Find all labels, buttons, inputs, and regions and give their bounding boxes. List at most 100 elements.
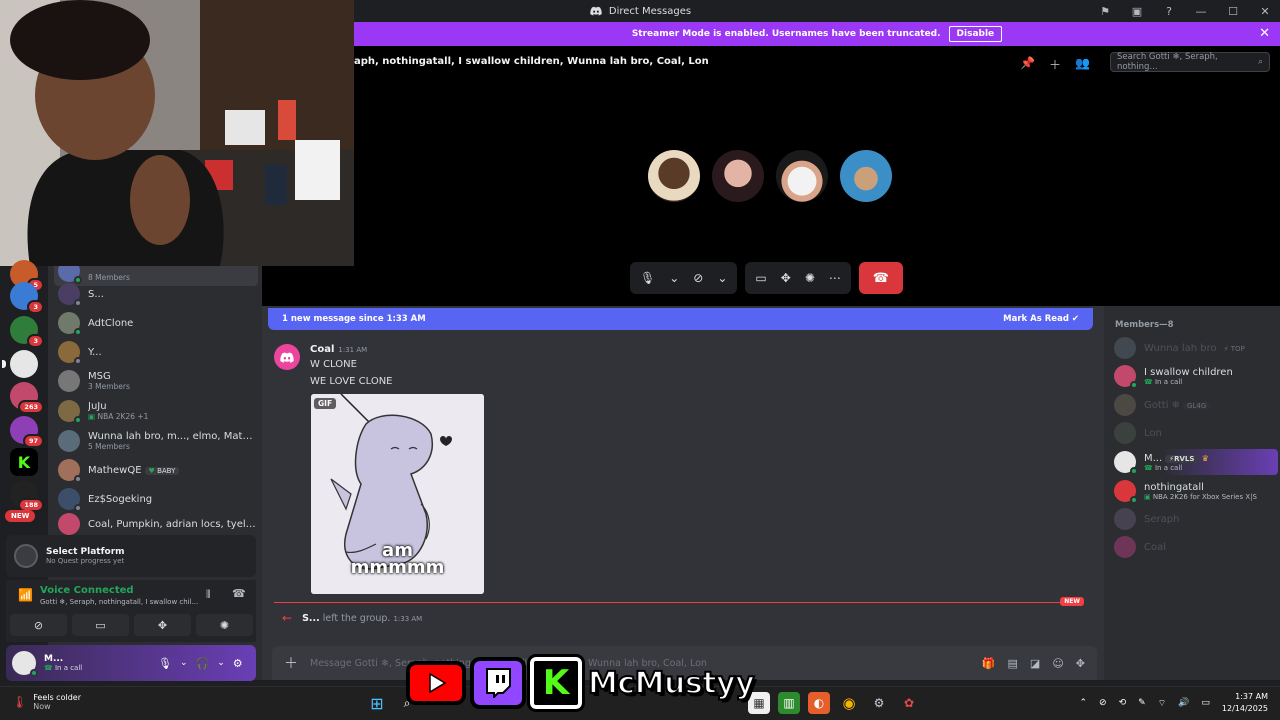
camera-off-icon[interactable]: ⊘ (693, 271, 703, 285)
new-servers-badge[interactable]: NEW (5, 510, 36, 522)
soundboard-button[interactable]: ✺ (196, 614, 253, 636)
server-icon[interactable]: 263 (10, 382, 44, 414)
emoji-icon[interactable]: ☺ (1052, 657, 1063, 670)
chevron-down-icon[interactable]: ⌄ (180, 658, 188, 668)
status-indicator (74, 357, 82, 365)
status-indicator (1130, 467, 1138, 475)
chevron-up-icon[interactable]: ⌃ (1080, 698, 1088, 708)
avatar[interactable] (274, 344, 300, 370)
clock[interactable]: 1:37 AM 12/14/2025 (1222, 691, 1268, 715)
battery-icon[interactable]: ▭ (1201, 698, 1210, 708)
activities-icon[interactable]: ✥ (781, 271, 791, 285)
avatar (1114, 508, 1136, 530)
app-icon[interactable]: ✿ (898, 692, 920, 714)
member-tag-text: TOP (1230, 344, 1245, 353)
inbox-icon[interactable]: ▣ (1130, 4, 1144, 18)
close-banner-icon[interactable]: ✕ (1259, 26, 1270, 41)
tray-app-icon[interactable]: ⊘ (1099, 698, 1107, 708)
dm-item[interactable]: Y... (54, 337, 258, 367)
member-item[interactable]: Wunna lah bro ⚡ TOP (1112, 335, 1278, 361)
app-icon[interactable]: ◐ (808, 692, 830, 714)
help-icon[interactable]: ? (1162, 4, 1176, 18)
member-item[interactable]: Seraph (1112, 506, 1278, 532)
screen-share-icon[interactable]: ▭ (755, 271, 766, 285)
soundboard-icon[interactable]: ✺ (805, 271, 815, 285)
dm-name: Y... (88, 346, 102, 358)
participant-avatar[interactable] (712, 150, 764, 202)
microphone-icon[interactable]: 🎙 (640, 271, 655, 285)
system-message-user[interactable]: S... (302, 613, 320, 624)
dm-item[interactable]: JuJu ▣ NBA 2K26 +1 (54, 396, 258, 426)
member-item[interactable]: Gotti ❄ GL4G (1112, 392, 1278, 418)
avatar[interactable] (12, 651, 38, 677)
server-icon[interactable]: 3 (10, 282, 44, 314)
tray-app-icon[interactable]: ⟲ (1119, 698, 1127, 708)
call-icon: ☎ (1144, 463, 1153, 472)
disconnect-icon[interactable]: ☎ (232, 587, 246, 600)
gif-picker-icon[interactable]: ▤ (1008, 657, 1018, 670)
server-icon[interactable]: 3 (10, 316, 44, 348)
dm-item[interactable]: MathewQE ♥ BABY (54, 455, 258, 485)
flag-icon[interactable]: ⚑ (1098, 4, 1112, 18)
gift-icon[interactable]: 🎁 (982, 657, 996, 670)
sticker-icon[interactable]: ◪ (1030, 657, 1040, 670)
start-menu-icon[interactable]: ⊞ (366, 692, 388, 714)
activities-button[interactable]: ✥ (134, 614, 191, 636)
maximize-icon[interactable]: ☐ (1226, 4, 1240, 18)
chevron-down-icon[interactable]: ⌄ (669, 271, 679, 285)
member-item[interactable]: Lon (1112, 420, 1278, 446)
disconnect-call-button[interactable]: ☎ (858, 262, 903, 294)
server-icon[interactable]: 97 (10, 416, 44, 448)
screen-share-button[interactable]: ▭ (72, 614, 129, 636)
participant-avatar[interactable] (840, 150, 892, 202)
pin-icon[interactable]: 📌 (1020, 56, 1035, 73)
dm-item[interactable]: Wunna lah bro, m..., elmo, Mathe... 5 Mem… (54, 426, 258, 456)
minimize-icon[interactable]: — (1194, 4, 1208, 18)
kick-server-icon[interactable]: K (10, 448, 38, 476)
pen-icon[interactable]: ✎ (1138, 698, 1146, 708)
member-item[interactable]: nothingatall ▣ NBA 2K26 for Xbox Series X… (1112, 478, 1278, 504)
chevron-down-icon[interactable]: ⌄ (217, 658, 225, 668)
gif-attachment[interactable]: GIF am mmmmm (311, 394, 484, 594)
chevron-down-icon[interactable]: ⌄ (717, 271, 727, 285)
app-icon[interactable]: ▥ (778, 692, 800, 714)
volume-icon[interactable]: 🔊 (1178, 698, 1189, 708)
close-window-icon[interactable]: ✕ (1258, 4, 1272, 18)
dm-item[interactable]: MSG 3 Members (54, 366, 258, 396)
attach-plus-icon[interactable]: ＋ (284, 653, 298, 673)
search-input[interactable]: Search Gotti ❄, Seraph, nothing... ⌕ (1110, 52, 1270, 72)
game-controller-icon: ▣ (88, 412, 96, 421)
mark-as-read-button[interactable]: Mark As Read ✔ (1003, 314, 1079, 324)
more-options-icon[interactable]: ⋯ (829, 271, 841, 285)
dm-item[interactable]: AdtClone (54, 308, 258, 338)
settings-gear-icon[interactable]: ⚙ (233, 657, 243, 670)
voice-status[interactable]: Voice Connected (40, 585, 134, 596)
server-icon[interactable]: 188 (10, 480, 44, 512)
message-author[interactable]: Coal 1:31 AM (310, 344, 367, 355)
member-item[interactable]: I swallow children ☎ In a call (1112, 363, 1278, 389)
steam-icon[interactable]: ⚙ (868, 692, 890, 714)
apps-icon[interactable]: ✥ (1076, 657, 1085, 670)
wifi-icon[interactable]: ⌔ (1158, 698, 1166, 709)
add-friends-icon[interactable]: ＋ (1049, 56, 1061, 73)
headphones-icon[interactable]: 🎧 (196, 657, 210, 670)
quest-panel[interactable]: Select Platform No Quest progress yet (6, 535, 256, 577)
server-icon[interactable] (2, 350, 38, 378)
new-messages-bar[interactable]: 1 new message since 1:33 AM Mark As Read… (268, 308, 1093, 330)
voice-channel[interactable]: Gotti ❄, Seraph, nothingatall, I swallow… (40, 598, 200, 606)
members-icon[interactable]: 👥 (1075, 56, 1090, 73)
weather-widget[interactable]: 🌡 Feels colder Now (12, 693, 81, 711)
camera-button[interactable]: ⊘ (10, 614, 67, 636)
weather-sub: Now (33, 702, 51, 711)
participant-avatar[interactable] (776, 150, 828, 202)
member-item[interactable]: M... ⚡RVLS ♛ ☎ In a call (1112, 449, 1278, 475)
microphone-icon[interactable]: 🎙 (158, 657, 172, 670)
participant-avatar[interactable] (648, 150, 700, 202)
noise-suppression-icon[interactable]: ⫴ (206, 588, 211, 602)
member-item[interactable]: Coal (1112, 534, 1278, 560)
chrome-icon[interactable]: ◉ (838, 692, 860, 714)
disable-streamer-mode-button[interactable]: Disable (948, 26, 1003, 42)
dm-name: Wunna lah bro, m..., elmo, Mathe... (88, 431, 258, 442)
dm-name: S... (88, 288, 104, 300)
dm-item[interactable]: S... (54, 279, 258, 309)
